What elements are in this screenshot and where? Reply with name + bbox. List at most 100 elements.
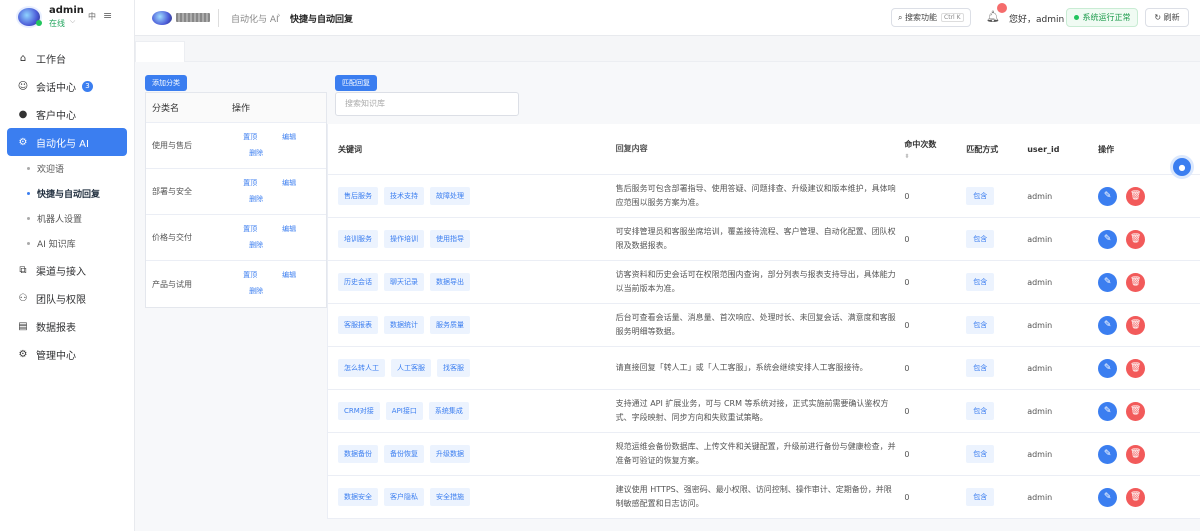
category-panel: 添加分类 分类名 操作 使用与售后 置顶 编辑 删除 部署与安全 置顶 编辑 删除 价格与交付置… — [145, 70, 327, 308]
header-user: user_id — [1027, 144, 1060, 154]
pin-top-link[interactable]: 置顶 — [243, 224, 257, 234]
table-row[interactable]: 售后服务 技术支持 故障处理 售后服务可包含部署指导、使用答疑、问题排查、升级建议和版… — [328, 175, 1200, 218]
user-box[interactable]: admin 在线 ⌵ 中 ≡ — [0, 0, 135, 36]
reply-cell: 可安排管理员和客服坐席培训，覆盖接待流程、客户管理、自动化配置、团队权限及数据报… — [615, 227, 896, 250]
match-cell: 包含 — [966, 402, 1027, 420]
knowledge-search-input[interactable]: 搜索知识库 — [335, 92, 519, 116]
delete-button[interactable]: 🗑︎ — [1126, 315, 1146, 335]
category-row[interactable]: 价格与交付 置顶 编辑 删除 — [146, 215, 326, 261]
ops-cell: ✎ 🗑︎ — [1088, 444, 1200, 464]
table-row[interactable]: 数据备份 备份恢复 升级数据 规范运维会备份数据库、上传文件和关键配置，升级前进行备份… — [328, 433, 1200, 476]
delete-link[interactable]: 删除 — [249, 286, 263, 296]
delete-button[interactable]: 🗑︎ — [1126, 229, 1146, 249]
bullet-icon — [27, 167, 30, 170]
category-row[interactable]: 产品与试用 置顶 编辑 删除 — [146, 261, 326, 307]
hits-cell: 0 — [904, 234, 910, 244]
match-cell: 包含 — [966, 488, 1027, 506]
delete-link[interactable]: 删除 — [249, 194, 263, 204]
sidebar-item-link[interactable]: ⧉ 渠道与接入 — [0, 256, 135, 284]
match-tag: 包含 — [966, 273, 995, 291]
sidebar-item-home[interactable]: ⌂ 工作台 — [0, 44, 135, 72]
keyword-cell: 客服报表 数据统计 服务质量 — [328, 316, 616, 334]
sidebar-item-user[interactable]: ● 客户中心 — [0, 100, 135, 128]
chat-icon: ☺ — [17, 80, 29, 92]
edit-link[interactable]: 编辑 — [282, 132, 296, 142]
user-status[interactable]: 在线 — [49, 18, 65, 29]
hits-cell: 0 — [904, 277, 910, 287]
sidebar: admin 在线 ⌵ 中 ≡ ⌂ 工作台 ☺ 会话中心 3 ● 客户中心 ⚙ 自动化与 AI 欢迎… — [0, 0, 135, 531]
keyword-cell: 数据备份 备份恢复 升级数据 — [328, 445, 616, 463]
header-hits[interactable]: 命中次数 ⬍ — [904, 139, 966, 160]
sidebar-subitem[interactable]: 机器人设置 — [0, 206, 135, 231]
category-row[interactable]: 部署与安全 置顶 编辑 删除 — [146, 169, 326, 215]
language-switch[interactable]: 中 — [88, 11, 96, 22]
delete-button[interactable]: 🗑︎ — [1126, 401, 1146, 421]
pin-top-link[interactable]: 置顶 — [243, 178, 257, 188]
edit-link[interactable]: 编辑 — [282, 178, 296, 188]
sidebar-item-chat[interactable]: ☺ 会话中心 3 — [0, 72, 135, 100]
category-row[interactable]: 使用与售后 置顶 编辑 删除 — [146, 123, 326, 169]
tab-active[interactable] — [135, 41, 185, 62]
table-row[interactable]: 培训服务 操作培训 使用指导 可安排管理员和客服坐席培训，覆盖接待流程、客户管理、自动… — [328, 218, 1200, 261]
delete-button[interactable]: 🗑︎ — [1126, 358, 1146, 378]
menu-toggle-icon[interactable]: ≡ — [103, 9, 112, 22]
sidebar-item-gear[interactable]: ⚙ 自动化与 AI — [7, 128, 127, 156]
category-ops: 置顶 编辑删除 — [231, 123, 326, 169]
user-icon: ● — [18, 108, 28, 120]
refresh-button[interactable]: ↻ 刷新 — [1145, 8, 1189, 27]
edit-button[interactable]: ✎ — [1098, 272, 1118, 292]
table-row[interactable]: 怎么转人工 人工客服 找客服 请直接回复「转人工」或「人工客服」，系统会继续安排人工客… — [328, 347, 1200, 390]
bell-icon[interactable]: 🔔︎ — [986, 10, 1000, 23]
delete-button[interactable]: 🗑︎ — [1126, 487, 1146, 507]
user-cell: admin — [1027, 191, 1053, 201]
delete-link[interactable]: 删除 — [249, 240, 263, 250]
edit-button[interactable]: ✎ — [1098, 315, 1118, 335]
search-function-button[interactable]: ⌕ 搜索功能 Ctrl K — [891, 8, 971, 27]
edit-button[interactable]: ✎ — [1098, 358, 1118, 378]
edit-button[interactable]: ✎ — [1098, 229, 1118, 249]
sidebar-subitem[interactable]: 快捷与自动回复 — [0, 181, 135, 206]
delete-link[interactable]: 删除 — [249, 148, 263, 158]
add-category-button[interactable]: 添加分类 — [145, 75, 187, 91]
floating-chat-icon[interactable]: ● — [1173, 158, 1191, 176]
table-row[interactable]: 客服报表 数据统计 服务质量 后台可查看会话量、消息量、首次响应、处理时长、未回复会话… — [328, 304, 1200, 347]
keyword-tag: 系统集成 — [428, 402, 469, 420]
sidebar-item-label: 会话中心 — [36, 82, 76, 94]
sidebar-item-team[interactable]: ⚇ 团队与权限 — [0, 284, 135, 312]
keyword-tag: 数据备份 — [338, 445, 378, 463]
table-row[interactable]: 历史会话 聊天记录 数据导出 访客资料和历史会话可在权限范围内查询，部分列表与报表支持… — [328, 261, 1200, 304]
user-cell: admin — [1027, 406, 1053, 416]
sidebar-subitem[interactable]: AI 知识库 — [0, 231, 135, 256]
pin-top-link[interactable]: 置顶 — [243, 270, 257, 280]
keyword-tag: 升级数据 — [430, 445, 470, 463]
keyword-tag: 技术支持 — [384, 187, 424, 205]
greeting[interactable]: 您好，admin — [1009, 12, 1064, 25]
edit-button[interactable]: ✎ — [1098, 186, 1118, 206]
sidebar-subitem[interactable]: 欢迎语 — [0, 156, 135, 181]
edit-button[interactable]: ✎ — [1098, 487, 1118, 507]
user-cell: admin — [1027, 234, 1053, 244]
keyword-cell: 数据安全 客户隐私 安全措施 — [328, 488, 616, 506]
sidebar-item-report[interactable]: ▤ 数据报表 — [0, 312, 135, 340]
table-row[interactable]: 数据安全 客户隐私 安全措施 建议使用 HTTPS、强密码、最小权限、访问控制、操作审… — [328, 476, 1200, 519]
match-reply-button[interactable]: 匹配回复 — [335, 75, 377, 91]
edit-button[interactable]: ✎ — [1098, 444, 1118, 464]
edit-button[interactable]: ✎ — [1098, 401, 1118, 421]
pin-top-link[interactable]: 置顶 — [243, 132, 257, 142]
sidebar-item-admin[interactable]: ⚙ 管理中心 — [0, 340, 135, 368]
breadcrumb-parent[interactable]: 自动化与 AI — [231, 12, 279, 25]
online-dot-icon — [36, 20, 42, 26]
refresh-icon: ↻ — [1154, 13, 1162, 22]
table-row[interactable]: CRM对接 API接口 系统集成 支持通过 API 扩展业务，可与 CRM 等系统对接… — [328, 390, 1200, 433]
delete-button[interactable]: 🗑︎ — [1126, 272, 1146, 292]
edit-link[interactable]: 编辑 — [282, 270, 296, 280]
edit-link[interactable]: 编辑 — [282, 224, 296, 234]
match-cell: 包含 — [966, 273, 1027, 291]
keyword-tag: 操作培训 — [384, 230, 424, 248]
hits-cell: 0 — [904, 363, 910, 373]
divider — [218, 9, 219, 27]
sort-icon[interactable]: ⬍ — [904, 153, 966, 160]
chevron-down-icon[interactable]: ⌵ — [70, 17, 75, 26]
delete-button[interactable]: 🗑︎ — [1126, 444, 1146, 464]
delete-button[interactable]: 🗑︎ — [1126, 186, 1146, 206]
